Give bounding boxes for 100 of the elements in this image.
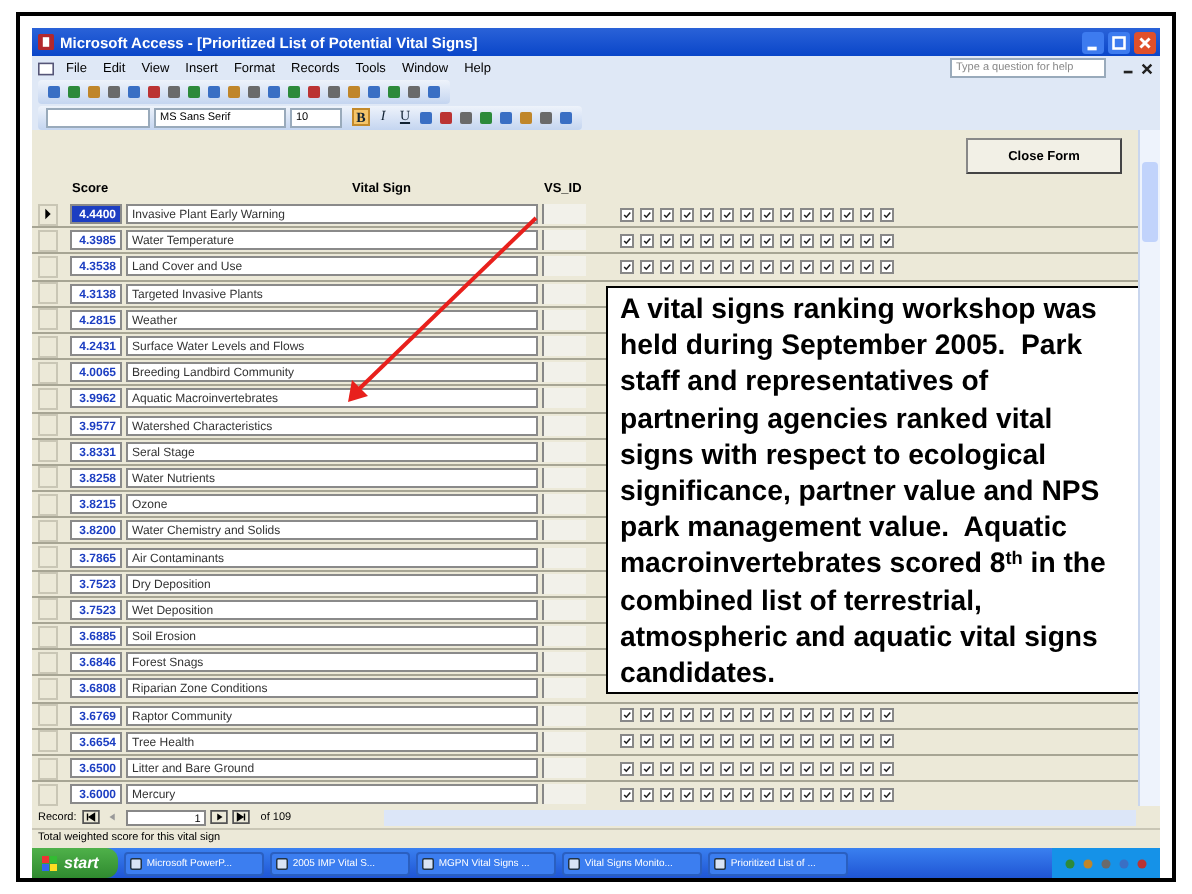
vs-id-field[interactable] (542, 256, 586, 277)
checkbox[interactable] (820, 761, 834, 776)
checkbox[interactable] (720, 207, 734, 222)
checkbox[interactable] (700, 761, 714, 776)
checkbox[interactable] (800, 259, 814, 274)
checkbox[interactable] (640, 787, 654, 802)
vs-id-field[interactable] (542, 547, 586, 568)
last-record-icon[interactable] (232, 810, 251, 824)
checkbox[interactable] (700, 233, 714, 248)
checkbox[interactable] (680, 259, 694, 274)
checkbox[interactable] (700, 708, 714, 723)
vs-id-field[interactable] (542, 520, 586, 541)
checkbox[interactable] (620, 207, 634, 222)
checkbox[interactable] (640, 233, 654, 248)
vs-id-field[interactable] (542, 652, 586, 673)
checkbox[interactable] (680, 708, 694, 723)
vs-id-field[interactable] (542, 731, 586, 752)
checkbox[interactable] (860, 787, 874, 802)
record-selector[interactable] (38, 203, 58, 226)
checkbox[interactable] (740, 734, 754, 749)
checkbox[interactable] (840, 233, 854, 248)
checkbox[interactable] (680, 787, 694, 802)
checkbox[interactable] (660, 207, 674, 222)
checkbox[interactable] (840, 207, 854, 222)
checkbox[interactable] (720, 708, 734, 723)
checkbox[interactable] (820, 233, 834, 248)
checkbox[interactable] (840, 761, 854, 776)
checkbox[interactable] (860, 259, 874, 274)
checkbox[interactable] (880, 708, 894, 723)
close-icon[interactable] (1140, 61, 1154, 75)
checkbox[interactable] (860, 708, 874, 723)
checkbox[interactable] (760, 259, 774, 274)
checkbox[interactable] (880, 233, 894, 248)
checkbox[interactable] (760, 233, 774, 248)
vs-id-field[interactable] (542, 415, 586, 436)
checkbox[interactable] (800, 207, 814, 222)
checkbox[interactable] (820, 207, 834, 222)
checkbox[interactable] (640, 207, 654, 222)
vs-id-field[interactable] (542, 388, 586, 409)
checkbox[interactable] (620, 259, 634, 274)
maximize-icon[interactable] (1108, 31, 1130, 53)
checkbox[interactable] (740, 761, 754, 776)
checkbox[interactable] (680, 734, 694, 749)
checkbox[interactable] (880, 259, 894, 274)
checkbox[interactable] (780, 259, 794, 274)
checkbox[interactable] (700, 259, 714, 274)
checkbox[interactable] (800, 787, 814, 802)
checkbox[interactable] (620, 233, 634, 248)
checkbox[interactable] (800, 708, 814, 723)
checkbox[interactable] (640, 761, 654, 776)
checkbox[interactable] (740, 233, 754, 248)
checkbox[interactable] (860, 761, 874, 776)
checkbox[interactable] (720, 233, 734, 248)
checkbox[interactable] (820, 734, 834, 749)
checkbox[interactable] (840, 259, 854, 274)
checkbox[interactable] (880, 761, 894, 776)
checkbox[interactable] (760, 787, 774, 802)
checkbox[interactable] (800, 233, 814, 248)
checkbox[interactable] (780, 761, 794, 776)
vs-id-field[interactable] (542, 362, 586, 383)
checkbox[interactable] (660, 734, 674, 749)
checkbox[interactable] (860, 734, 874, 749)
checkbox[interactable] (780, 233, 794, 248)
checkbox[interactable] (620, 761, 634, 776)
vs-id-field[interactable] (542, 204, 586, 225)
checkbox[interactable] (740, 259, 754, 274)
scrollbar[interactable] (1138, 130, 1160, 806)
vs-id-field[interactable] (542, 626, 586, 647)
checkbox[interactable] (800, 734, 814, 749)
checkbox[interactable] (880, 207, 894, 222)
next-record-icon[interactable] (210, 810, 229, 824)
checkbox[interactable] (780, 207, 794, 222)
checkbox[interactable] (660, 259, 674, 274)
minimize-icon[interactable] (1082, 31, 1104, 53)
checkbox[interactable] (880, 787, 894, 802)
checkbox[interactable] (640, 259, 654, 274)
vs-id-field[interactable] (542, 758, 586, 779)
first-record-icon[interactable] (82, 810, 101, 824)
checkbox[interactable] (820, 259, 834, 274)
checkbox[interactable] (840, 787, 854, 802)
checkbox[interactable] (640, 734, 654, 749)
checkbox[interactable] (720, 734, 734, 749)
checkbox[interactable] (700, 734, 714, 749)
checkbox[interactable] (860, 233, 874, 248)
checkbox[interactable] (760, 734, 774, 749)
checkbox[interactable] (760, 708, 774, 723)
checkbox[interactable] (660, 761, 674, 776)
checkbox[interactable] (800, 761, 814, 776)
vs-id-field[interactable] (542, 283, 586, 304)
checkbox[interactable] (720, 259, 734, 274)
scrollbar[interactable] (384, 809, 1136, 825)
checkbox[interactable] (860, 207, 874, 222)
checkbox[interactable] (720, 787, 734, 802)
checkbox[interactable] (620, 787, 634, 802)
checkbox[interactable] (780, 787, 794, 802)
vs-id-field[interactable] (542, 441, 586, 462)
vs-id-field[interactable] (542, 467, 586, 488)
vs-id-field[interactable] (542, 573, 586, 594)
checkbox[interactable] (620, 734, 634, 749)
checkbox[interactable] (740, 787, 754, 802)
